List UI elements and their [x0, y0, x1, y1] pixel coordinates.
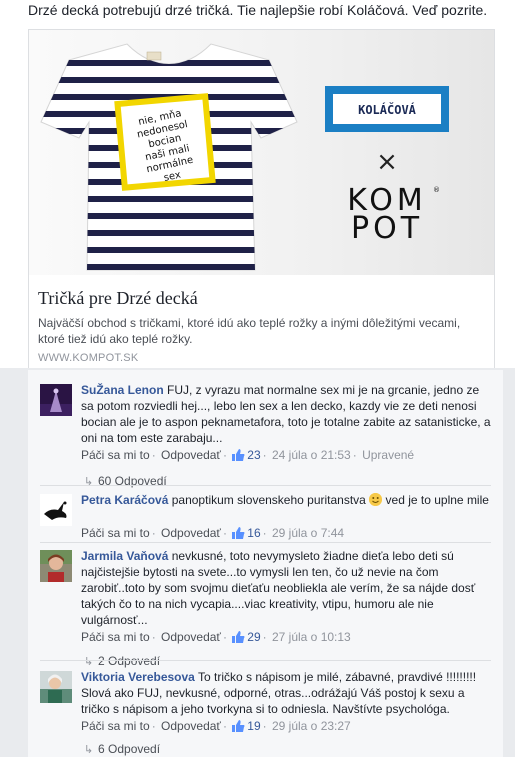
like-link[interactable]: Páči sa mi to	[81, 448, 150, 462]
reply-link[interactable]: Odpovedať	[161, 630, 221, 644]
like-link[interactable]: Páči sa mi to	[81, 719, 150, 733]
post: Drzé decká potrebujú drzé tričká. Tie na…	[0, 0, 515, 368]
like-icon	[232, 449, 245, 461]
edited-label[interactable]: Upravené	[362, 448, 414, 462]
comment-text-continued: ved je to uplne mile	[385, 493, 489, 507]
comment-actions: Páči sa mi to · Odpovedať · 19 · 29 júla o …	[81, 719, 351, 733]
reply-link[interactable]: Odpovedať	[161, 526, 221, 540]
like-link[interactable]: Páči sa mi to	[81, 630, 150, 644]
comment-actions: Páči sa mi to · Odpovedať · 29 · 27 júla o …	[81, 630, 351, 644]
comment-divider	[40, 660, 491, 661]
like-count[interactable]: 16	[247, 526, 260, 540]
kompot-logo-line2: POT	[351, 211, 423, 246]
comment-divider	[40, 485, 491, 486]
view-replies-link[interactable]: ↳ 6 Odpovedí	[84, 742, 160, 756]
reply-link[interactable]: Odpovedať	[161, 719, 221, 733]
view-replies-link[interactable]: ↳ 2 Odpovedí	[84, 654, 160, 668]
reply-arrow-icon: ↳	[84, 476, 94, 488]
comment-text: panoptikum slovenskeho puritanstva	[171, 493, 366, 507]
replies-count[interactable]: 6 Odpovedí	[98, 742, 160, 756]
reply-arrow-icon: ↳	[84, 744, 94, 756]
like-count[interactable]: 19	[247, 719, 260, 733]
like-count[interactable]: 29	[247, 630, 260, 644]
like-count[interactable]: 23	[247, 448, 260, 462]
comment-timestamp[interactable]: 27 júla o 10:13	[272, 630, 351, 644]
tshirt-promo-graphic: nie, mňa nedonesol bocian naši mali norm…	[40, 43, 449, 271]
post-intro-text: Drzé decká potrebujú drzé tričká. Tie na…	[28, 2, 488, 18]
comment-body: SuŽana Lenon FUJ, z vyrazu mat normalne …	[81, 382, 491, 446]
comment-author[interactable]: Jarmila Vaňová	[81, 549, 168, 563]
like-icon	[232, 527, 245, 539]
comment-body: Petra Karáčová panoptikum slovenskeho pu…	[81, 492, 491, 508]
like-icon	[232, 720, 245, 732]
smile-emoji-icon	[369, 493, 383, 506]
comment-body: Jarmila Vaňová nevkusné, toto nevymyslet…	[81, 548, 491, 628]
reply-link[interactable]: Odpovedať	[161, 448, 221, 462]
replies-count[interactable]: 2 Odpovedí	[98, 654, 160, 668]
reply-arrow-icon: ↳	[84, 656, 94, 668]
link-preview-image[interactable]: nie, mňa nedonesol bocian naši mali norm…	[29, 30, 494, 275]
cross-symbol: ×	[376, 147, 398, 177]
comments-section: SuŽana Lenon FUJ, z vyrazu mat normalne …	[28, 370, 503, 757]
comment-actions: Páči sa mi to · Odpovedať · 23 · 24 júla o …	[81, 448, 415, 462]
registered-mark: ®	[433, 186, 440, 194]
comment-author[interactable]: SuŽana Lenon	[81, 383, 164, 397]
link-preview-card[interactable]: nie, mňa nedonesol bocian naši mali norm…	[28, 29, 495, 368]
comment-actions: Páči sa mi to · Odpovedať · 16 · 29 júla o …	[81, 526, 345, 540]
comment-body: Viktoria Verebesova To tričko s nápisom …	[81, 669, 491, 717]
comment-timestamp[interactable]: 29 júla o 23:27	[272, 719, 351, 733]
avatar[interactable]	[40, 384, 72, 416]
like-icon	[232, 631, 245, 643]
comment-timestamp[interactable]: 24 júla o 21:53	[272, 448, 351, 462]
kolacova-logo-text: KOLÁČOVÁ	[358, 102, 417, 117]
comment-author[interactable]: Viktoria Verebesova	[81, 670, 195, 684]
link-preview-domain: WWW.KOMPOT.SK	[38, 352, 139, 364]
avatar[interactable]	[40, 671, 72, 703]
avatar[interactable]	[40, 550, 72, 582]
avatar[interactable]	[40, 494, 72, 526]
comment-author[interactable]: Petra Karáčová	[81, 493, 168, 507]
comment-divider	[40, 542, 491, 543]
link-preview-description: Najväčší obchod s tričkami, ktoré idú ak…	[38, 316, 461, 346]
like-link[interactable]: Páči sa mi to	[81, 526, 150, 540]
link-preview-title[interactable]: Tričká pre Drzé decká	[38, 288, 198, 309]
comment-timestamp[interactable]: 29 júla o 7:44	[272, 526, 344, 540]
